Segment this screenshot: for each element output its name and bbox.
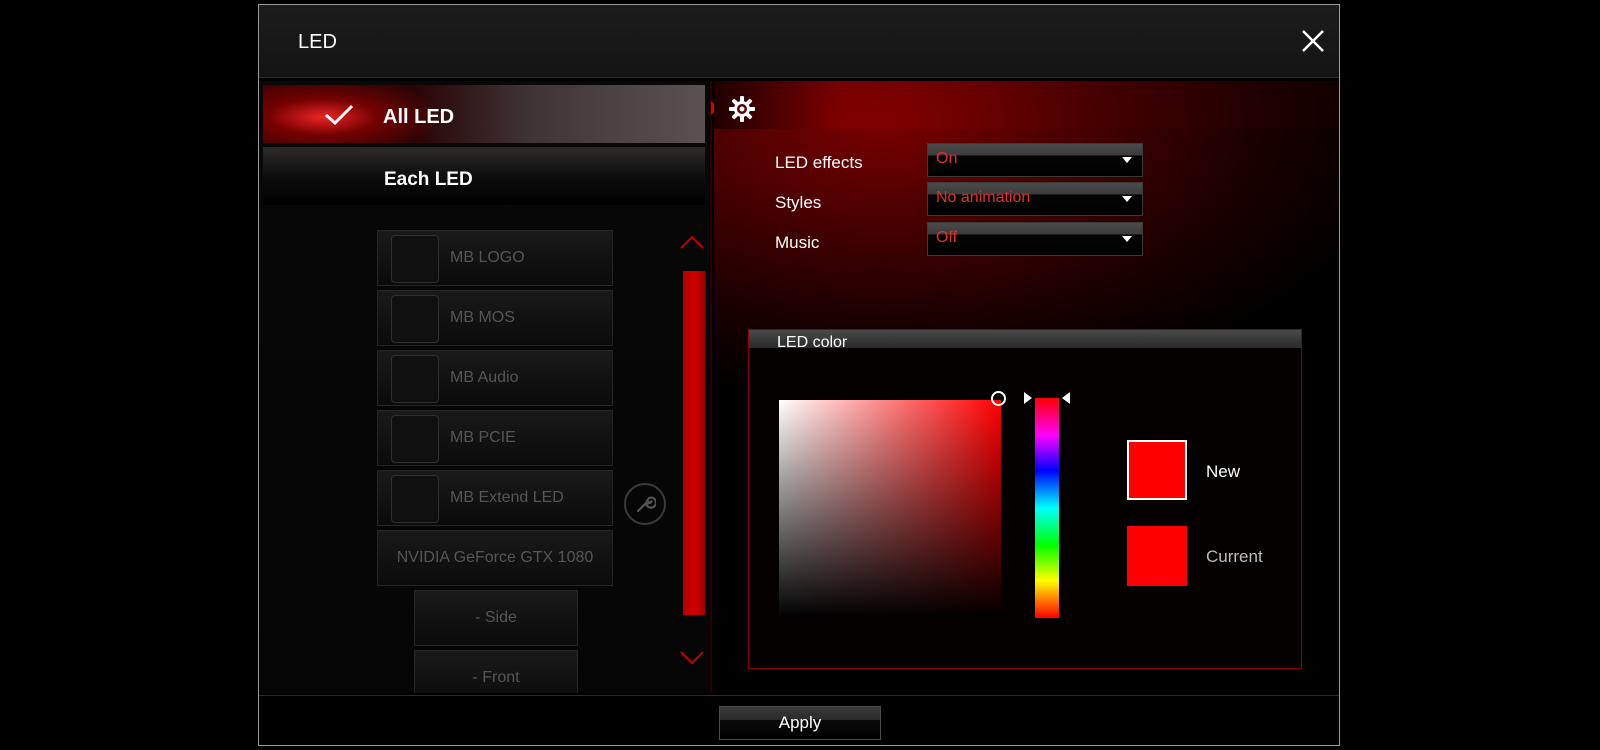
tab-all-led-label: All LED bbox=[383, 106, 455, 128]
device-nvidia-gpu[interactable]: NVIDIA GeForce GTX 1080 bbox=[377, 530, 613, 586]
device-label: MB MOS bbox=[450, 309, 515, 326]
current-color-label: Current bbox=[1206, 547, 1263, 566]
led-effects-value: On bbox=[936, 150, 958, 167]
new-color-label: New bbox=[1206, 462, 1241, 481]
device-mb-pcie[interactable]: MB PCIE bbox=[377, 410, 613, 466]
music-label: Music bbox=[775, 233, 820, 252]
new-color-swatch bbox=[1127, 440, 1187, 500]
motherboard-icon bbox=[391, 475, 439, 523]
dialog-footer: Apply bbox=[259, 695, 1339, 745]
led-dialog: LED All LED Each LED MB LOGO MB MOS MB A… bbox=[258, 4, 1340, 746]
music-value: Off bbox=[936, 229, 958, 246]
close-icon bbox=[1302, 30, 1324, 52]
title-bar: LED bbox=[259, 5, 1339, 78]
hue-slider[interactable] bbox=[1035, 398, 1059, 618]
scrollbar-thumb[interactable] bbox=[683, 271, 705, 615]
dropdown-caret-icon bbox=[1122, 236, 1132, 242]
device-label: MB PCIE bbox=[450, 429, 516, 446]
device-mb-extend-led[interactable]: MB Extend LED bbox=[377, 470, 613, 526]
tab-all-led[interactable]: All LED bbox=[263, 85, 705, 143]
styles-label: Styles bbox=[775, 193, 822, 212]
chevron-up-icon bbox=[680, 235, 704, 249]
led-color-title: LED color bbox=[777, 334, 848, 351]
device-gpu-front[interactable]: - Front bbox=[414, 650, 578, 693]
motherboard-icon bbox=[391, 295, 439, 343]
led-effects-label: LED effects bbox=[775, 153, 863, 172]
motherboard-icon bbox=[391, 235, 439, 283]
tab-each-led[interactable]: Each LED bbox=[263, 147, 705, 205]
check-icon bbox=[325, 104, 354, 126]
device-gpu-side[interactable]: - Side bbox=[414, 590, 578, 646]
device-label: NVIDIA GeForce GTX 1080 bbox=[396, 549, 594, 566]
music-dropdown[interactable]: Off bbox=[927, 222, 1143, 256]
styles-dropdown[interactable]: No animation bbox=[927, 182, 1143, 216]
led-settings-panel: LED effects On Styles No animation Music… bbox=[714, 81, 1339, 693]
device-label: MB Extend LED bbox=[450, 489, 564, 506]
hue-slider-handle-left[interactable] bbox=[1024, 392, 1032, 404]
styles-value: No animation bbox=[936, 189, 1031, 206]
chevron-down-icon bbox=[680, 651, 704, 665]
led-target-panel: All LED Each LED MB LOGO MB MOS MB Audio… bbox=[259, 81, 709, 693]
device-mb-mos[interactable]: MB MOS bbox=[377, 290, 613, 346]
device-label: - Front bbox=[472, 669, 520, 686]
device-mb-audio[interactable]: MB Audio bbox=[377, 350, 613, 406]
hue-slider-handle-right[interactable] bbox=[1062, 392, 1070, 404]
window-title: LED bbox=[298, 31, 337, 53]
led-color-group: LED color New Current bbox=[748, 329, 1302, 669]
apply-button[interactable]: Apply bbox=[719, 706, 881, 740]
settings-header-band bbox=[714, 81, 1339, 129]
device-mb-logo[interactable]: MB LOGO bbox=[377, 230, 613, 286]
motherboard-icon bbox=[391, 415, 439, 463]
scroll-down-button[interactable] bbox=[679, 647, 705, 667]
panel-divider bbox=[710, 81, 712, 693]
device-label: MB LOGO bbox=[450, 249, 525, 266]
color-picker-cursor[interactable] bbox=[991, 391, 1006, 406]
close-button[interactable] bbox=[1297, 25, 1329, 57]
gear-icon[interactable] bbox=[728, 95, 756, 123]
device-settings-button[interactable] bbox=[624, 483, 666, 525]
device-label: MB Audio bbox=[450, 369, 519, 386]
saturation-value-picker[interactable] bbox=[779, 400, 1001, 618]
current-color-swatch bbox=[1127, 526, 1187, 586]
dropdown-caret-icon bbox=[1122, 157, 1132, 163]
tab-each-led-label: Each LED bbox=[384, 169, 473, 190]
motherboard-icon bbox=[391, 355, 439, 403]
led-effects-dropdown[interactable]: On bbox=[927, 143, 1143, 177]
scroll-up-button[interactable] bbox=[679, 233, 705, 253]
wrench-icon bbox=[636, 496, 656, 513]
dropdown-caret-icon bbox=[1122, 196, 1132, 202]
device-label: - Side bbox=[475, 609, 517, 626]
